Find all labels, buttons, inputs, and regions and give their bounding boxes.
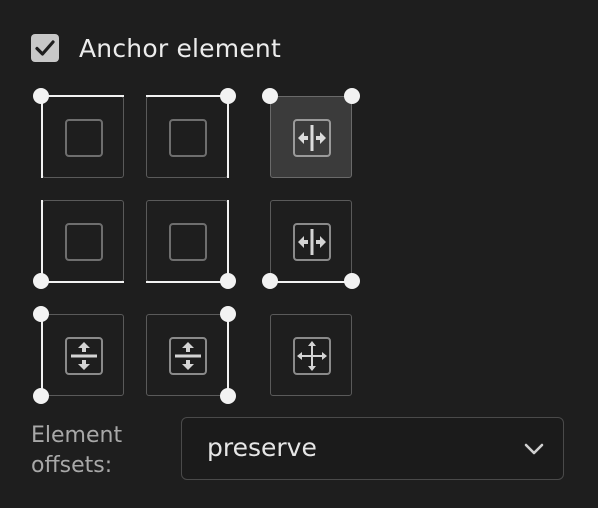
anchor-grid <box>0 0 598 420</box>
checkmark-icon <box>35 40 55 56</box>
horizontal-stretch-icon <box>293 119 331 157</box>
vertical-stretch-icon <box>65 337 103 375</box>
anchor-cell-middle-right[interactable] <box>270 200 352 282</box>
move-all-icon <box>293 337 331 375</box>
anchor-cell-middle-left[interactable] <box>42 200 124 282</box>
anchor-element-checkbox[interactable] <box>31 34 59 62</box>
horizontal-stretch-icon <box>293 223 331 261</box>
chevron-down-icon <box>524 443 544 455</box>
element-offsets-select[interactable]: preserve <box>181 417 564 480</box>
square-icon <box>169 119 207 157</box>
anchor-cell-middle-center[interactable] <box>146 200 228 282</box>
anchor-cell-top-left[interactable] <box>42 96 124 178</box>
square-icon <box>65 119 103 157</box>
square-icon <box>65 223 103 261</box>
anchor-element-row[interactable]: Anchor element <box>31 33 281 63</box>
anchor-cell-bottom-center[interactable] <box>146 314 228 396</box>
anchor-element-label: Anchor element <box>79 33 281 63</box>
vertical-stretch-icon <box>169 337 207 375</box>
anchor-cell-top-center[interactable] <box>146 96 228 178</box>
anchor-panel: Anchor element Element offsets: preserve <box>0 0 598 508</box>
anchor-cell-bottom-right[interactable] <box>270 314 352 396</box>
square-icon <box>169 223 207 261</box>
element-offsets-value: preserve <box>207 433 317 462</box>
anchor-cell-top-right[interactable] <box>270 96 352 178</box>
anchor-cell-bottom-left[interactable] <box>42 314 124 396</box>
element-offsets-label: Element offsets: <box>31 423 123 478</box>
